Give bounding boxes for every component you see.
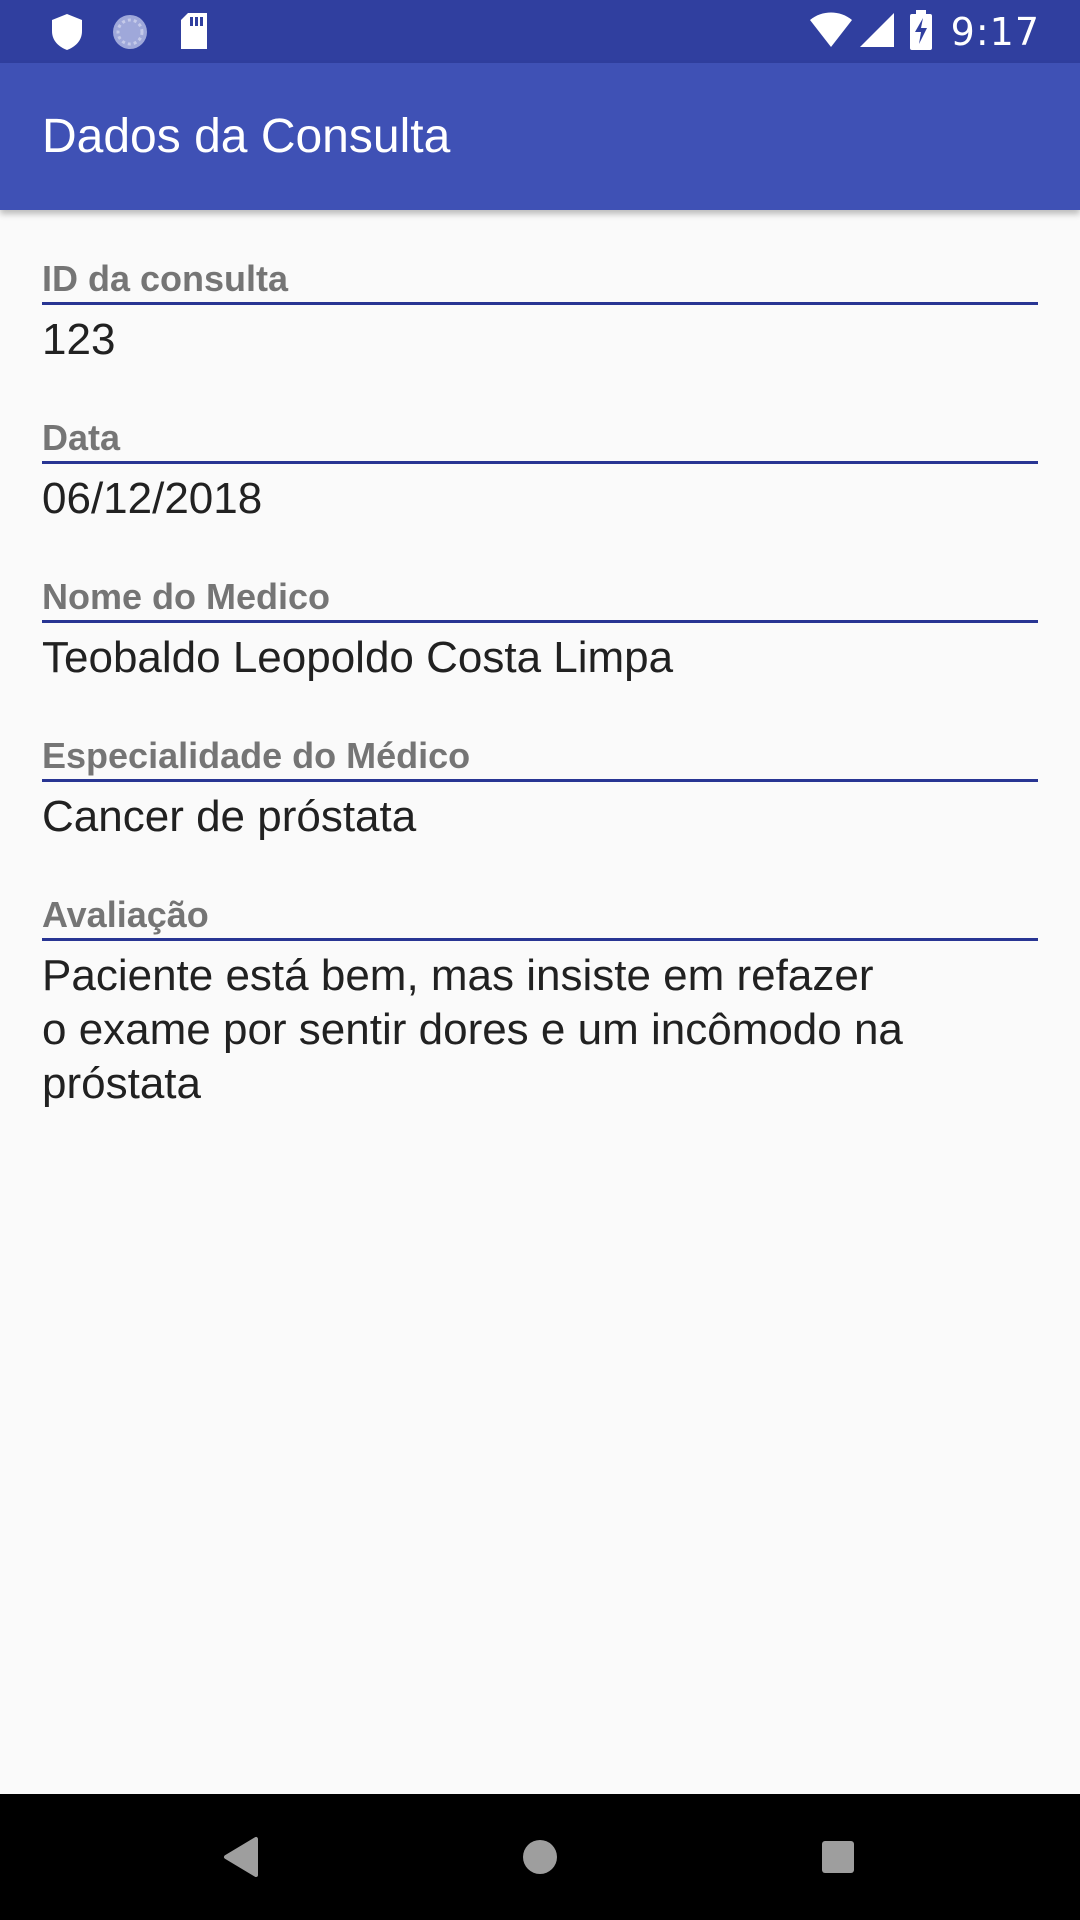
battery-charging-icon	[909, 9, 933, 54]
shield-icon	[50, 13, 84, 55]
field-underline	[42, 620, 1038, 623]
field-value: Cancer de próstata	[42, 792, 417, 841]
app-bar: Dados da Consulta	[0, 63, 1080, 210]
field-doctor-specialty: Especialidade do Médico Cancer de prósta…	[42, 733, 1038, 844]
sd-card-icon	[178, 12, 210, 54]
wifi-icon	[809, 12, 853, 52]
field-underline	[42, 461, 1038, 464]
field-value: Teobaldo Leopoldo Costa Limpa	[42, 633, 674, 682]
status-bar: 9:17	[0, 0, 1080, 63]
home-button[interactable]	[507, 1824, 573, 1890]
status-right: 9:17	[809, 0, 1040, 63]
field-label: Especialidade do Médico	[42, 735, 471, 776]
field-consultation-id: ID da consulta 123	[42, 256, 1038, 367]
field-label: Nome do Medico	[42, 576, 331, 617]
field-value: Paciente está bem, mas insiste em refaze…	[42, 951, 903, 1108]
status-time: 9:17	[950, 9, 1040, 54]
field-label: Avaliação	[42, 894, 209, 935]
navigation-bar	[0, 1794, 1080, 1920]
back-button[interactable]	[207, 1824, 273, 1890]
back-icon	[224, 1837, 258, 1877]
recents-icon	[822, 1841, 854, 1873]
field-evaluation: Avaliação Paciente está bem, mas insiste…	[42, 892, 1038, 1111]
recents-button[interactable]	[805, 1824, 871, 1890]
field-value: 123	[42, 315, 116, 364]
field-label: Data	[42, 417, 121, 458]
field-date: Data 06/12/2018	[42, 415, 1038, 526]
field-underline	[42, 779, 1038, 782]
field-label: ID da consulta	[42, 258, 289, 299]
sync-icon	[110, 12, 150, 56]
signal-icon	[859, 12, 895, 52]
page-title: Dados da Consulta	[42, 110, 451, 163]
field-doctor-name: Nome do Medico Teobaldo Leopoldo Costa L…	[42, 574, 1038, 685]
field-underline	[42, 302, 1038, 305]
home-icon	[523, 1840, 557, 1874]
field-value: 06/12/2018	[42, 474, 263, 523]
field-underline	[42, 938, 1038, 941]
